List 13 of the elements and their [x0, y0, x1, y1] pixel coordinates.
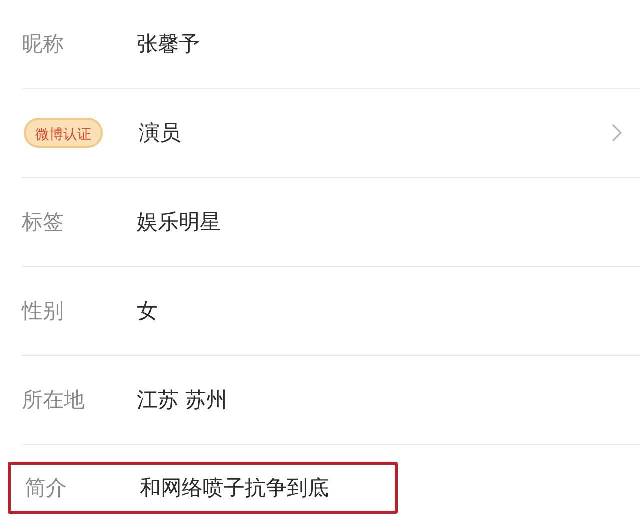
field-value: 江苏 苏州 — [137, 387, 228, 414]
verification-badge: 微博认证 — [24, 118, 103, 148]
field-label: 标签 — [22, 209, 65, 236]
field-value: 张馨予 — [137, 31, 200, 58]
field-value: 女 — [137, 298, 158, 325]
field-label: 昵称 — [22, 31, 65, 58]
field-label: 简介 — [25, 475, 68, 502]
field-label: 性别 — [22, 298, 65, 325]
field-value: 和网络喷子抗争到底 — [140, 475, 329, 502]
field-value: 娱乐明星 — [137, 209, 221, 236]
field-value: 演员 — [139, 120, 181, 147]
chevron-icon[interactable] — [612, 124, 622, 142]
field-label: 所在地 — [22, 387, 86, 414]
